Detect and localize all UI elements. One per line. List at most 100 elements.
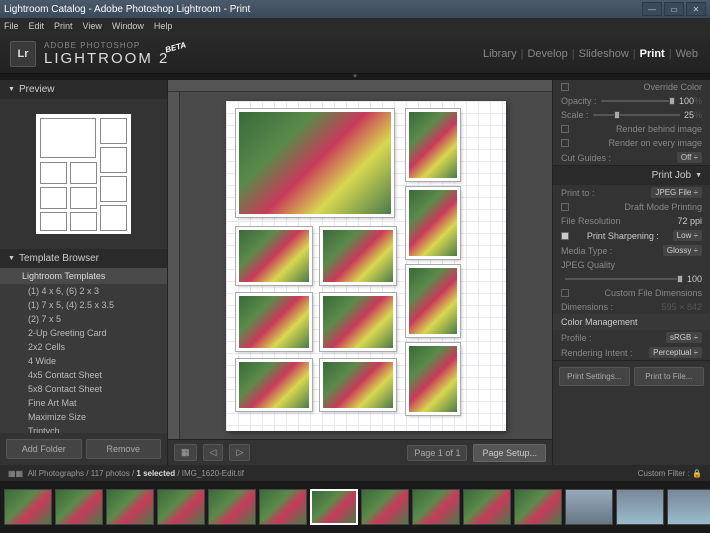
chevron-down-icon: ▼: [695, 172, 702, 179]
center-toolbar: ▦ ◁ ▷ Page 1 of 1 Page Setup...: [168, 439, 552, 465]
print-job-header[interactable]: Print Job▼: [553, 166, 710, 185]
rendering-intent-dropdown[interactable]: Perceptual ÷: [649, 347, 702, 358]
filmstrip-thumb[interactable]: [106, 489, 154, 525]
print-canvas[interactable]: [180, 92, 552, 439]
filmstrip[interactable]: [0, 481, 710, 533]
app-logo: Lr: [10, 41, 36, 67]
menu-edit[interactable]: Edit: [29, 21, 45, 31]
minimize-button[interactable]: —: [642, 2, 662, 16]
print-settings-button[interactable]: Print Settings...: [559, 367, 630, 386]
menu-file[interactable]: File: [4, 21, 19, 31]
layout-photo[interactable]: [236, 227, 312, 285]
close-button[interactable]: ✕: [686, 2, 706, 16]
menu-print[interactable]: Print: [54, 21, 73, 31]
layout-photo[interactable]: [406, 265, 460, 337]
layout-photo[interactable]: [236, 293, 312, 351]
next-page-button[interactable]: ▷: [229, 444, 250, 461]
draft-mode-checkbox[interactable]: [561, 203, 569, 211]
filmstrip-thumb-selected[interactable]: [310, 489, 358, 525]
filmstrip-thumb[interactable]: [616, 489, 664, 525]
template-item[interactable]: (1) 7 x 5, (4) 2.5 x 3.5: [0, 298, 167, 312]
render-every-checkbox[interactable]: [561, 139, 569, 147]
override-color-checkbox[interactable]: [561, 83, 569, 91]
main-area: ▼ Preview ▼ Template Browser Lig: [0, 80, 710, 465]
template-item[interactable]: Maximize Size: [0, 410, 167, 424]
filter-lock-icon[interactable]: 🔒: [692, 469, 702, 478]
layout-photo[interactable]: [320, 227, 396, 285]
layout-photo[interactable]: [406, 187, 460, 259]
sharpening-dropdown[interactable]: Low ÷: [673, 230, 702, 241]
template-item[interactable]: Triptych: [0, 424, 167, 433]
module-web[interactable]: Web: [676, 48, 698, 60]
prev-page-button[interactable]: ◁: [203, 444, 224, 461]
media-type-dropdown[interactable]: Glossy ÷: [663, 245, 702, 256]
second-monitor-button[interactable]: ▦▦: [8, 469, 23, 478]
add-folder-button[interactable]: Add Folder: [6, 439, 82, 459]
module-develop[interactable]: Develop: [527, 48, 567, 60]
filmstrip-thumb[interactable]: [463, 489, 511, 525]
template-group-lightroom[interactable]: Lightroom Templates: [0, 268, 167, 284]
menu-bar: File Edit Print View Window Help: [0, 18, 710, 34]
template-item[interactable]: 2x2 Cells: [0, 340, 167, 354]
profile-dropdown[interactable]: sRGB ÷: [666, 332, 702, 343]
filmstrip-thumb[interactable]: [412, 489, 460, 525]
window-title: Lightroom Catalog - Adobe Photoshop Ligh…: [4, 4, 250, 15]
layout-photo[interactable]: [236, 359, 312, 411]
module-library[interactable]: Library: [483, 48, 517, 60]
jpeg-quality-slider[interactable]: [565, 278, 683, 280]
right-panel: Override Color Opacity :100% Scale :25% …: [552, 80, 710, 465]
opacity-slider[interactable]: [601, 100, 675, 102]
print-to-dropdown[interactable]: JPEG File ÷: [651, 187, 702, 198]
color-management-header: Color Management: [553, 314, 710, 330]
template-preview: [0, 99, 167, 249]
menu-window[interactable]: Window: [112, 21, 144, 31]
filmstrip-thumb[interactable]: [55, 489, 103, 525]
menu-help[interactable]: Help: [154, 21, 173, 31]
template-item[interactable]: 4x5 Contact Sheet: [0, 368, 167, 382]
template-item[interactable]: (1) 4 x 6, (6) 2 x 3: [0, 284, 167, 298]
template-item[interactable]: 5x8 Contact Sheet: [0, 382, 167, 396]
app-header: Lr ADOBE PHOTOSHOP LIGHTROOM 2 BETA Libr…: [0, 34, 710, 74]
layout-photo[interactable]: [236, 109, 394, 217]
preview-panel-header[interactable]: ▼ Preview: [0, 80, 167, 99]
ruler-horizontal: [168, 80, 552, 92]
use-selected-toggle[interactable]: ▦: [174, 444, 197, 461]
filmstrip-thumb[interactable]: [361, 489, 409, 525]
filmstrip-thumb[interactable]: [514, 489, 562, 525]
layout-photo[interactable]: [320, 359, 396, 411]
module-picker: Library| Develop| Slideshow| Print| Web: [481, 48, 700, 60]
print-to-file-button[interactable]: Print to File...: [634, 367, 705, 386]
page-setup-button[interactable]: Page Setup...: [473, 444, 546, 462]
filmstrip-thumb[interactable]: [259, 489, 307, 525]
layout-photo[interactable]: [320, 293, 396, 351]
custom-filter-label: Custom Filter :: [638, 469, 690, 478]
template-item[interactable]: Fine Art Mat: [0, 396, 167, 410]
module-print[interactable]: Print: [640, 48, 665, 60]
product-name: ADOBE PHOTOSHOP LIGHTROOM 2: [44, 41, 169, 67]
filmstrip-thumb[interactable]: [157, 489, 205, 525]
print-page: [226, 101, 506, 431]
filmstrip-thumb[interactable]: [667, 489, 710, 525]
filmstrip-thumb[interactable]: [208, 489, 256, 525]
template-item[interactable]: 2-Up Greeting Card: [0, 326, 167, 340]
template-item[interactable]: 4 Wide: [0, 354, 167, 368]
module-slideshow[interactable]: Slideshow: [579, 48, 629, 60]
template-browser-header[interactable]: ▼ Template Browser: [0, 249, 167, 268]
scale-slider[interactable]: [593, 114, 680, 116]
filmstrip-nav-text[interactable]: All Photographs / 117 photos / 1 selecte…: [28, 469, 244, 478]
layout-photo[interactable]: [406, 343, 460, 415]
layout-photo[interactable]: [406, 109, 460, 181]
custom-dimensions-checkbox[interactable]: [561, 289, 569, 297]
filmstrip-thumb[interactable]: [4, 489, 52, 525]
render-behind-checkbox[interactable]: [561, 125, 569, 133]
maximize-button[interactable]: ▭: [664, 2, 684, 16]
file-resolution-value[interactable]: 72: [677, 216, 687, 226]
template-item[interactable]: (2) 7 x 5: [0, 312, 167, 326]
sharpening-checkbox[interactable]: [561, 232, 569, 240]
left-panel: ▼ Preview ▼ Template Browser Lig: [0, 80, 168, 465]
menu-view[interactable]: View: [83, 21, 102, 31]
filmstrip-thumb[interactable]: [565, 489, 613, 525]
cut-guides-dropdown[interactable]: Off ÷: [677, 152, 702, 163]
center-panel: ▦ ◁ ▷ Page 1 of 1 Page Setup...: [168, 80, 552, 465]
remove-button[interactable]: Remove: [86, 439, 162, 459]
